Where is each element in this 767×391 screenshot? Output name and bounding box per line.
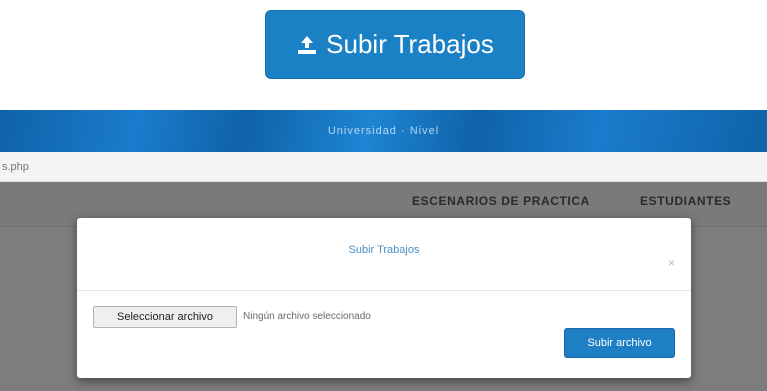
close-icon[interactable]: ×: [668, 256, 675, 270]
upload-trabajos-label: Subir Trabajos: [326, 29, 494, 59]
nav-item-escenarios[interactable]: ESCENARIOS DE PRACTICA: [412, 194, 590, 208]
upload-icon: [296, 34, 318, 56]
nav-item-estudiantes[interactable]: ESTUDIANTES: [640, 194, 731, 208]
upload-trabajos-button[interactable]: Subir Trabajos: [265, 10, 525, 79]
modal-divider: [77, 290, 691, 291]
upload-modal: Subir Trabajos × Seleccionar archivo Nin…: [77, 218, 691, 378]
file-select-button[interactable]: Seleccionar archivo: [93, 306, 237, 328]
modal-title: Subir Trabajos: [348, 244, 420, 256]
app-header: Universidad · Nivel: [0, 110, 767, 152]
url-text: s.php: [2, 160, 29, 173]
app-brand: Universidad · Nivel: [327, 125, 440, 137]
submit-file-button[interactable]: Subir archivo: [564, 328, 675, 358]
url-bar: s.php: [0, 152, 767, 182]
file-status-text: Ningún archivo seleccionado: [243, 311, 371, 322]
